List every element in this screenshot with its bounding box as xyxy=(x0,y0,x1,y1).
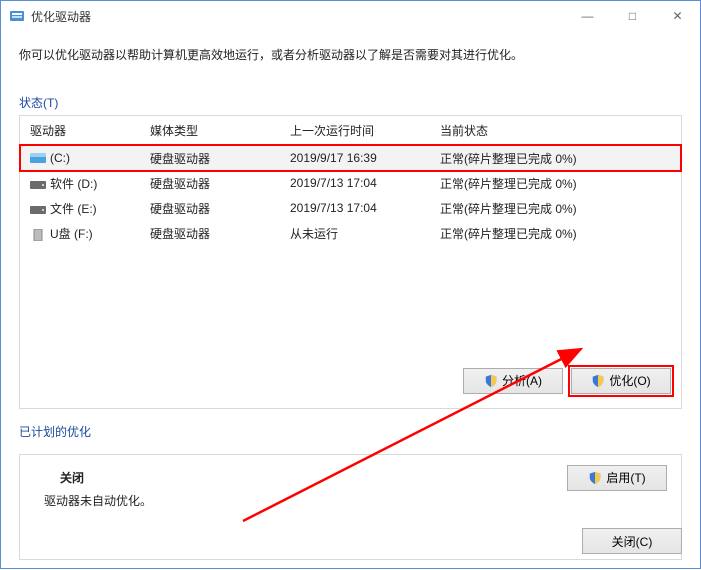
col-header-status[interactable]: 当前状态 xyxy=(430,116,681,146)
table-row[interactable]: 软件 (D:) 硬盘驱动器2019/7/13 17:04正常(碎片整理已完成 0%… xyxy=(20,171,681,196)
drives-groupbox: 驱动器 媒体类型 上一次运行时间 当前状态 (C:)硬盘驱动器2019/9/17… xyxy=(19,115,682,409)
close-button[interactable]: 关闭(C) xyxy=(582,528,682,554)
current-status: 正常(碎片整理已完成 0%) xyxy=(430,171,681,196)
media-type: 硬盘驱动器 xyxy=(140,221,280,246)
media-type: 硬盘驱动器 xyxy=(140,196,280,221)
media-type: 硬盘驱动器 xyxy=(140,145,280,171)
last-run: 2019/7/13 17:04 xyxy=(280,196,430,221)
shield-icon xyxy=(591,374,605,388)
table-row[interactable]: U盘 (F:) 硬盘驱动器从未运行正常(碎片整理已完成 0%) xyxy=(20,221,681,246)
drive-icon xyxy=(30,229,46,241)
last-run: 2019/9/17 16:39 xyxy=(280,145,430,171)
enable-label: 启用(T) xyxy=(606,469,645,486)
drive-icon xyxy=(30,204,46,216)
optimize-label: 优化(O) xyxy=(609,372,650,389)
drive-name: 文件 (E:) xyxy=(50,202,97,216)
minimize-button[interactable]: — xyxy=(565,1,610,31)
drives-table: 驱动器 媒体类型 上一次运行时间 当前状态 (C:)硬盘驱动器2019/9/17… xyxy=(20,116,681,246)
drive-icon xyxy=(30,179,46,191)
scheduled-desc: 驱动器未自动优化。 xyxy=(44,492,667,509)
last-run: 2019/7/13 17:04 xyxy=(280,171,430,196)
titlebar: 优化驱动器 — □ ✕ xyxy=(1,1,700,31)
app-icon xyxy=(9,8,25,24)
close-label: 关闭(C) xyxy=(612,533,653,550)
maximize-button[interactable]: □ xyxy=(610,1,655,31)
enable-schedule-button[interactable]: 启用(T) xyxy=(567,465,667,491)
current-status: 正常(碎片整理已完成 0%) xyxy=(430,145,681,171)
drive-name: 软件 (D:) xyxy=(50,177,97,191)
col-header-media[interactable]: 媒体类型 xyxy=(140,116,280,146)
drive-name: U盘 (F:) xyxy=(50,227,93,241)
close-window-button[interactable]: ✕ xyxy=(655,1,700,31)
col-header-last-run[interactable]: 上一次运行时间 xyxy=(280,116,430,146)
scheduled-section-label: 已计划的优化 xyxy=(19,423,682,440)
intro-text: 你可以优化驱动器以帮助计算机更高效地运行，或者分析驱动器以了解是否需要对其进行优… xyxy=(19,47,682,64)
window-title: 优化驱动器 xyxy=(31,8,565,25)
media-type: 硬盘驱动器 xyxy=(140,171,280,196)
analyze-label: 分析(A) xyxy=(502,372,542,389)
drive-name: (C:) xyxy=(50,151,70,165)
drive-icon xyxy=(30,153,46,165)
col-header-drive[interactable]: 驱动器 xyxy=(20,116,140,146)
shield-icon xyxy=(588,471,602,485)
shield-icon xyxy=(484,374,498,388)
last-run: 从未运行 xyxy=(280,221,430,246)
current-status: 正常(碎片整理已完成 0%) xyxy=(430,196,681,221)
optimize-button[interactable]: 优化(O) xyxy=(571,368,671,394)
status-section-label: 状态(T) xyxy=(19,94,682,111)
table-row[interactable]: 文件 (E:) 硬盘驱动器2019/7/13 17:04正常(碎片整理已完成 0%… xyxy=(20,196,681,221)
analyze-button[interactable]: 分析(A) xyxy=(463,368,563,394)
table-row[interactable]: (C:) 硬盘驱动器2019/9/17 16:39正常(碎片整理已完成 0%) xyxy=(20,145,681,171)
current-status: 正常(碎片整理已完成 0%) xyxy=(430,221,681,246)
